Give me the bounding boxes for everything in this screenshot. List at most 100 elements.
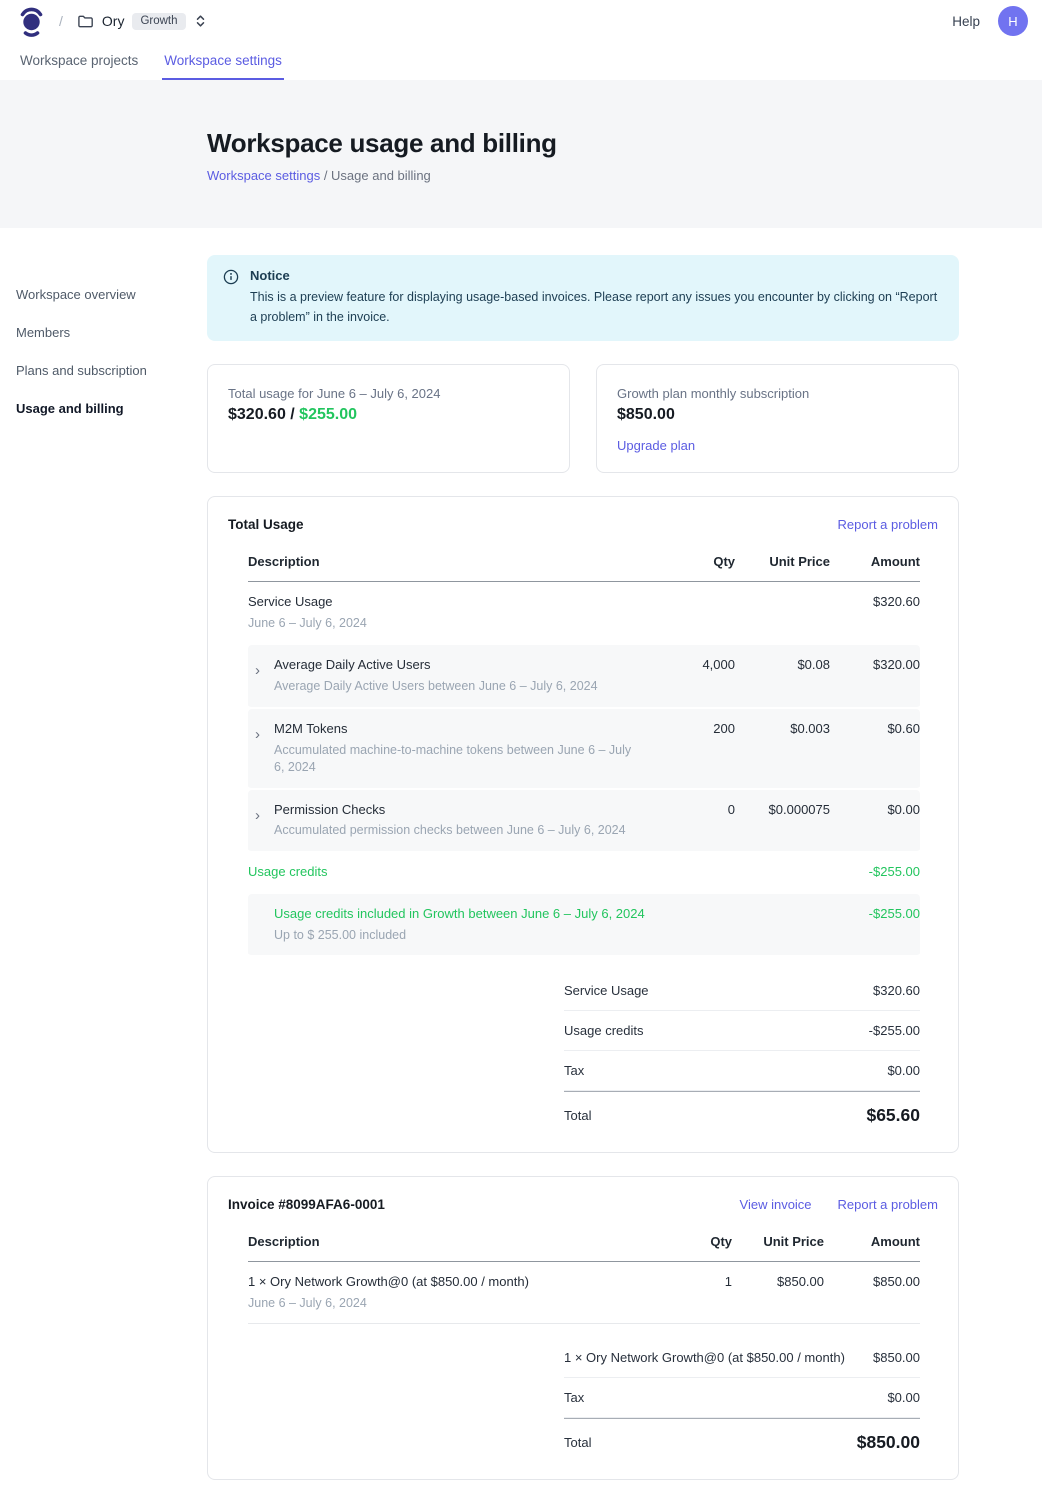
row-name: Usage credits bbox=[248, 863, 645, 882]
usage-table-row: Service Usage June 6 – July 6, 2024 $320.6… bbox=[248, 582, 920, 645]
breadcrumb: Workspace settings / Usage and billing bbox=[207, 168, 1042, 183]
total-usage-card: Total usage for June 6 – July 6, 2024 $3… bbox=[207, 364, 570, 473]
row-amount: -$255.00 bbox=[830, 905, 920, 921]
totals-label: Tax bbox=[564, 1390, 584, 1405]
topbar-separator: / bbox=[59, 13, 63, 29]
row-subtitle: Accumulated permission checks between Ju… bbox=[274, 822, 645, 840]
invoice-table-header: DescriptionQtyUnit PriceAmount bbox=[248, 1228, 920, 1262]
column-header-unit-price: Unit Price bbox=[735, 554, 830, 569]
notice-title: Notice bbox=[250, 268, 940, 283]
ory-logo-icon[interactable] bbox=[18, 5, 45, 38]
info-icon bbox=[223, 269, 239, 327]
totals-label: Usage credits bbox=[564, 1023, 643, 1038]
row-subtitle: Average Daily Active Users between June … bbox=[274, 678, 645, 696]
row-unit: $850.00 bbox=[732, 1273, 824, 1289]
row-subtitle: June 6 – July 6, 2024 bbox=[248, 1295, 627, 1313]
grand-total-value: $850.00 bbox=[857, 1432, 920, 1453]
row-qty: 200 bbox=[655, 720, 735, 736]
avatar[interactable]: H bbox=[998, 6, 1028, 36]
totals-value: $0.00 bbox=[887, 1063, 920, 1078]
row-unit bbox=[735, 863, 830, 864]
totals-label: Tax bbox=[564, 1063, 584, 1078]
chevron-updown-icon bbox=[194, 14, 207, 28]
sidebar-item-members[interactable]: Members bbox=[16, 320, 196, 345]
expand-chevron-icon[interactable]: › bbox=[255, 663, 260, 678]
grand-total-row: Total $65.60 bbox=[564, 1091, 920, 1128]
row-unit bbox=[735, 593, 830, 594]
totals-value: -$255.00 bbox=[869, 1023, 920, 1038]
row-name: 1 × Ory Network Growth@0 (at $850.00 / m… bbox=[248, 1273, 627, 1292]
workspace-name: Ory bbox=[102, 13, 125, 29]
row-unit: $0.003 bbox=[735, 720, 830, 736]
page-title: Workspace usage and billing bbox=[207, 128, 1042, 159]
invoice-report-problem-link[interactable]: Report a problem bbox=[838, 1197, 938, 1212]
row-subtitle: Up to $ 255.00 included bbox=[274, 927, 645, 945]
row-amount: $0.00 bbox=[830, 801, 920, 817]
totals-row: Tax $0.00 bbox=[564, 1378, 920, 1418]
row-subtitle: June 6 – July 6, 2024 bbox=[248, 615, 645, 633]
tab-workspace-projects[interactable]: Workspace projects bbox=[18, 42, 140, 80]
breadcrumb-current: Usage and billing bbox=[331, 168, 431, 183]
row-subtitle: Accumulated machine-to-machine tokens be… bbox=[274, 742, 645, 777]
subscription-value: $850.00 bbox=[617, 406, 938, 424]
subscription-card: Growth plan monthly subscription $850.00… bbox=[596, 364, 959, 473]
row-description: › M2M Tokens Accumulated machine-to-machin… bbox=[248, 720, 655, 777]
report-problem-link[interactable]: Report a problem bbox=[838, 517, 938, 532]
totals-label: Service Usage bbox=[564, 983, 649, 998]
column-header-qty: Qty bbox=[655, 554, 735, 569]
row-amount: $320.00 bbox=[830, 656, 920, 672]
totals-row: Tax $0.00 bbox=[564, 1051, 920, 1091]
row-name: Average Daily Active Users bbox=[274, 656, 645, 675]
totals-value: $0.00 bbox=[887, 1390, 920, 1405]
expand-chevron-icon[interactable]: › bbox=[255, 808, 260, 823]
tab-workspace-settings[interactable]: Workspace settings bbox=[162, 42, 284, 80]
tabbar: Workspace projects Workspace settings bbox=[0, 42, 1042, 80]
usage-totals: Service Usage $320.60 Usage credits -$255.0… bbox=[564, 971, 920, 1128]
row-name: Service Usage bbox=[248, 593, 645, 612]
notice-body: This is a preview feature for displaying… bbox=[250, 287, 940, 327]
hero: Workspace usage and billing Workspace se… bbox=[0, 80, 1042, 228]
row-name: M2M Tokens bbox=[274, 720, 645, 739]
invoice-table-body: 1 × Ory Network Growth@0 (at $850.00 / m… bbox=[248, 1262, 920, 1324]
totals-label: 1 × Ory Network Growth@0 (at $850.00 / m… bbox=[564, 1350, 845, 1365]
notice-banner: Notice This is a preview feature for dis… bbox=[207, 255, 959, 341]
row-description: Usage credits included in Growth between… bbox=[248, 905, 655, 944]
invoice-card: Invoice #8099AFA6-0001 View invoice Repo… bbox=[207, 1176, 959, 1480]
row-description: › Average Daily Active Users Average Daily… bbox=[248, 656, 655, 695]
row-qty: 0 bbox=[655, 801, 735, 817]
upgrade-plan-link[interactable]: Upgrade plan bbox=[617, 438, 695, 453]
breadcrumb-link-workspace-settings[interactable]: Workspace settings bbox=[207, 168, 320, 183]
column-header-amount: Amount bbox=[824, 1234, 920, 1249]
totals-value: $850.00 bbox=[873, 1350, 920, 1365]
invoice-table-row: 1 × Ory Network Growth@0 (at $850.00 / m… bbox=[248, 1262, 920, 1324]
row-amount: $0.60 bbox=[830, 720, 920, 736]
usage-table-row: ›Permission ChecksAccumulated permission… bbox=[248, 790, 920, 853]
grand-total-value: $65.60 bbox=[866, 1105, 920, 1126]
workspace-switcher[interactable]: Ory Growth bbox=[77, 13, 207, 30]
row-description: Usage credits bbox=[248, 863, 655, 882]
row-amount: $320.60 bbox=[830, 593, 920, 609]
grand-total-label: Total bbox=[564, 1108, 591, 1123]
sidebar-item-usage-and-billing[interactable]: Usage and billing bbox=[16, 396, 196, 421]
help-link[interactable]: Help bbox=[952, 14, 980, 29]
sidebar-item-plans-and-subscription[interactable]: Plans and subscription bbox=[16, 358, 196, 383]
column-header-description: Description bbox=[248, 1234, 637, 1249]
row-unit: $0.08 bbox=[735, 656, 830, 672]
row-name: Usage credits included in Growth between… bbox=[274, 905, 645, 924]
usage-table-header: DescriptionQtyUnit PriceAmount bbox=[248, 548, 920, 582]
totals-row: 1 × Ory Network Growth@0 (at $850.00 / m… bbox=[564, 1338, 920, 1378]
total-usage-label: Total usage for June 6 – July 6, 2024 bbox=[228, 386, 549, 401]
row-description: ›Permission ChecksAccumulated permission… bbox=[248, 801, 655, 840]
row-amount: $850.00 bbox=[824, 1273, 920, 1289]
row-qty: 4,000 bbox=[655, 656, 735, 672]
breadcrumb-separator: / bbox=[320, 168, 331, 183]
totals-value: $320.60 bbox=[873, 983, 920, 998]
expand-chevron-icon[interactable]: › bbox=[255, 727, 260, 742]
usage-table-row: Usage credits-$255.00 bbox=[248, 853, 920, 894]
usage-credit-value: $255.00 bbox=[299, 406, 357, 423]
totals-row: Service Usage $320.60 bbox=[564, 971, 920, 1011]
grand-total-label: Total bbox=[564, 1435, 591, 1450]
view-invoice-link[interactable]: View invoice bbox=[740, 1197, 812, 1212]
sidebar-item-workspace-overview[interactable]: Workspace overview bbox=[16, 282, 196, 307]
row-qty bbox=[655, 593, 735, 594]
